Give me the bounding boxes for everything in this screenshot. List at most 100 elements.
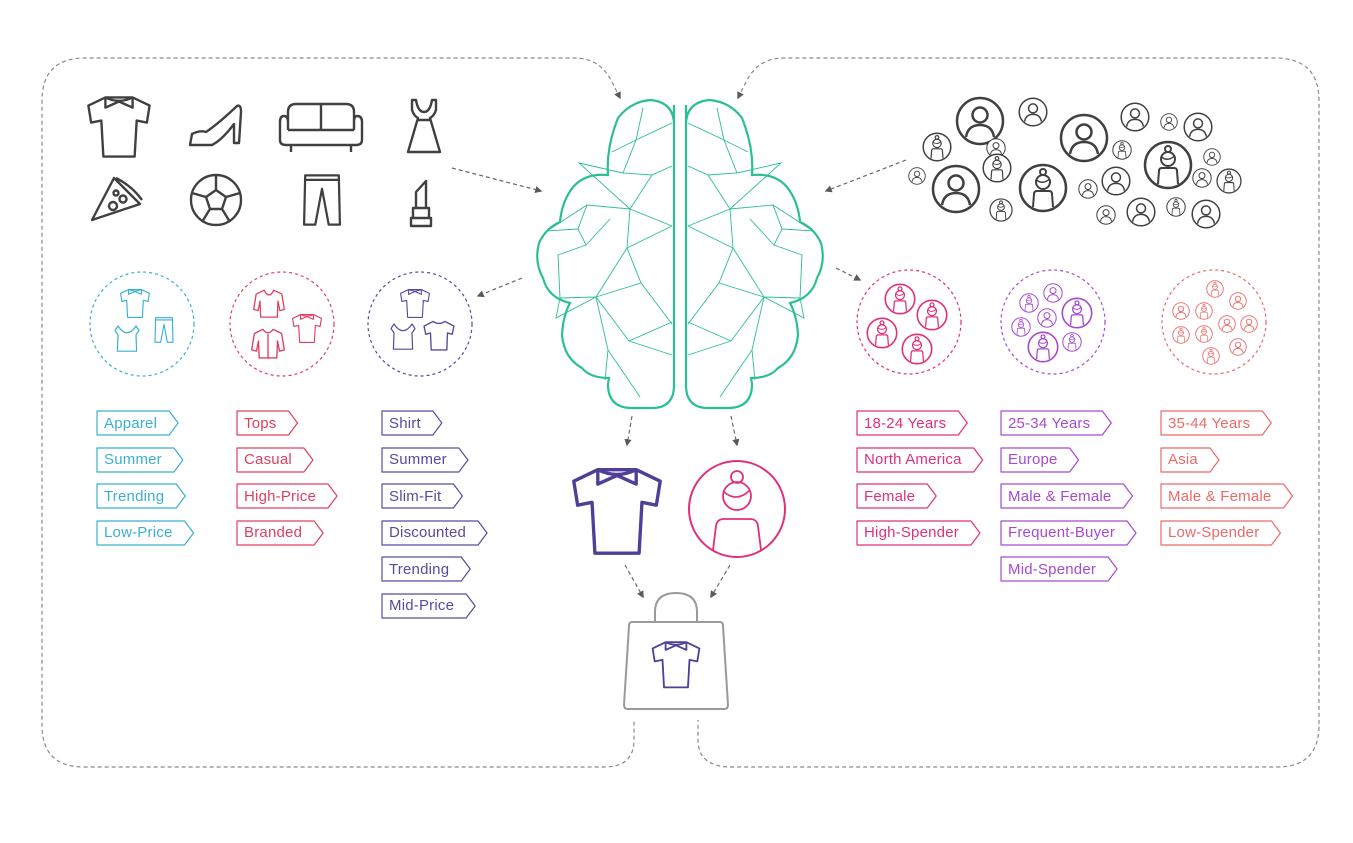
cardigan-icon — [250, 328, 286, 359]
product-cluster-2-tag: Casual — [236, 446, 314, 473]
tag-label: Frequent-Buyer — [1008, 524, 1116, 541]
t-shirt-icon — [291, 313, 323, 344]
user-avatar-icon — [1078, 179, 1098, 199]
product-cluster-1-tag: Trending — [96, 483, 186, 509]
pizza-icon — [90, 176, 143, 222]
tag-label: Trending — [389, 560, 450, 578]
ai-brain-icon — [536, 98, 824, 410]
user-cluster-1-tag: North America — [856, 446, 984, 473]
tag-label: Male & Female — [1008, 487, 1112, 505]
female-user-icon — [1202, 347, 1220, 365]
t-shirt-icon — [423, 320, 455, 351]
female-user-icon — [1143, 140, 1193, 190]
product-cluster-3-tag: Discounted — [381, 519, 488, 546]
user-icon — [1229, 338, 1247, 356]
tag-label: Trending — [104, 487, 165, 505]
user-to-bag-arrow — [710, 564, 731, 599]
female-user-icon — [1011, 317, 1031, 337]
tag-label: 35-44 Years — [1168, 414, 1251, 432]
user-cluster-1-tag: High-Spender — [856, 519, 981, 546]
tag-label: 25-34 Years — [1008, 414, 1091, 432]
tag-label: Tops — [244, 414, 277, 432]
female-user-icon — [922, 132, 952, 162]
tag-label: Mid-Spender — [1008, 560, 1097, 578]
user-icon — [1218, 315, 1236, 333]
product-cluster-1-tag: Summer — [96, 446, 184, 473]
tag-label: Mid-Price — [389, 597, 455, 614]
product-cluster-3-tag: Summer — [381, 446, 469, 473]
female-user-icon — [1112, 140, 1132, 160]
user-icon — [1229, 292, 1247, 310]
brain-to-user-clusters-arrow — [835, 267, 862, 281]
female-user-icon — [1195, 302, 1213, 320]
user-cluster-1-tag: 18-24 Years — [856, 410, 968, 436]
tag-label: Europe — [1008, 451, 1058, 468]
trousers-icon — [154, 316, 174, 344]
product-cluster-3-tag: Mid-Price — [381, 592, 476, 619]
user-avatar-icon — [1160, 113, 1178, 131]
female-user-icon — [1166, 197, 1186, 217]
matched-product-t-shirt-icon — [574, 470, 660, 554]
sofa-icon — [278, 102, 364, 152]
product-to-bag-arrow — [624, 564, 644, 599]
user-cluster-2-circle — [1000, 269, 1106, 375]
product-cluster-3-tag: Slim-Fit — [381, 483, 464, 509]
user-icon — [1172, 302, 1190, 320]
user-avatar-icon — [1183, 112, 1213, 142]
high-heel-icon — [188, 104, 243, 147]
user-cluster-2-tag: Male & Female — [1000, 483, 1134, 509]
sweater-icon — [252, 289, 286, 319]
tag-label: Summer — [389, 451, 447, 468]
female-user-icon — [989, 198, 1013, 222]
user-crowd — [908, 96, 1242, 229]
tag-label: High-Price — [244, 487, 317, 505]
t-shirt-icon — [399, 288, 431, 319]
product-cluster-2-circle — [229, 271, 335, 377]
trousers-icon — [302, 174, 342, 226]
user-avatar-icon — [1101, 166, 1131, 196]
dress-icon — [406, 98, 442, 154]
user-cluster-3-tag: 35-44 Years — [1160, 410, 1272, 436]
tag-label: Male & Female — [1168, 487, 1272, 505]
female-user-icon — [1062, 332, 1082, 352]
user-avatar-icon — [931, 164, 981, 214]
matched-female-user-icon — [688, 460, 786, 558]
user-icon — [1043, 283, 1063, 303]
female-user-icon — [1019, 293, 1039, 313]
product-cluster-3-tag: Shirt — [381, 410, 443, 436]
user-avatar-icon — [955, 96, 1005, 146]
product-cluster-3-tag: Trending — [381, 556, 471, 582]
tag-label: Branded — [244, 524, 303, 541]
tag-label: Shirt — [389, 414, 421, 432]
female-user-icon — [982, 153, 1012, 183]
product-cluster-3-circle — [367, 271, 473, 377]
tag-label: Asia — [1168, 451, 1198, 468]
tag-label: Discounted — [389, 524, 467, 541]
recommendation-engine-diagram: Apparel Summer Trending Low-Price Tops Casual… — [0, 0, 1353, 838]
female-user-icon — [884, 283, 916, 315]
product-cluster-2-tag: Branded — [236, 519, 324, 546]
diagram-canvas — [41, 57, 1320, 768]
shopping-bag-icon — [622, 591, 730, 710]
user-cluster-3-tag: Asia — [1160, 446, 1220, 473]
product-cluster-1-circle — [89, 271, 195, 377]
user-cluster-1-tag: Female — [856, 483, 937, 509]
product-cluster-2-tag: Tops — [236, 410, 299, 436]
user-avatar-icon — [1096, 205, 1116, 225]
female-user-icon — [901, 333, 933, 365]
female-user-icon — [1018, 163, 1068, 213]
user-cluster-2-tag: 25-34 Years — [1000, 410, 1112, 436]
tag-label: Low-Price — [104, 524, 173, 541]
product-cluster-2-tag: High-Price — [236, 483, 338, 509]
user-avatar-icon — [1018, 97, 1048, 127]
user-cluster-3-tag: Male & Female — [1160, 483, 1294, 509]
user-cluster-2-tag: Frequent-Buyer — [1000, 519, 1137, 546]
tag-label: Slim-Fit — [389, 487, 442, 505]
user-cluster-1-circle — [856, 269, 962, 375]
tag-label: Female — [864, 487, 916, 505]
product-cluster-1-tag: Low-Price — [96, 519, 195, 546]
tag-label: High-Spender — [864, 524, 959, 541]
t-shirt-icon — [119, 288, 151, 319]
user-avatar-icon — [908, 167, 926, 185]
female-user-icon — [1172, 326, 1190, 344]
